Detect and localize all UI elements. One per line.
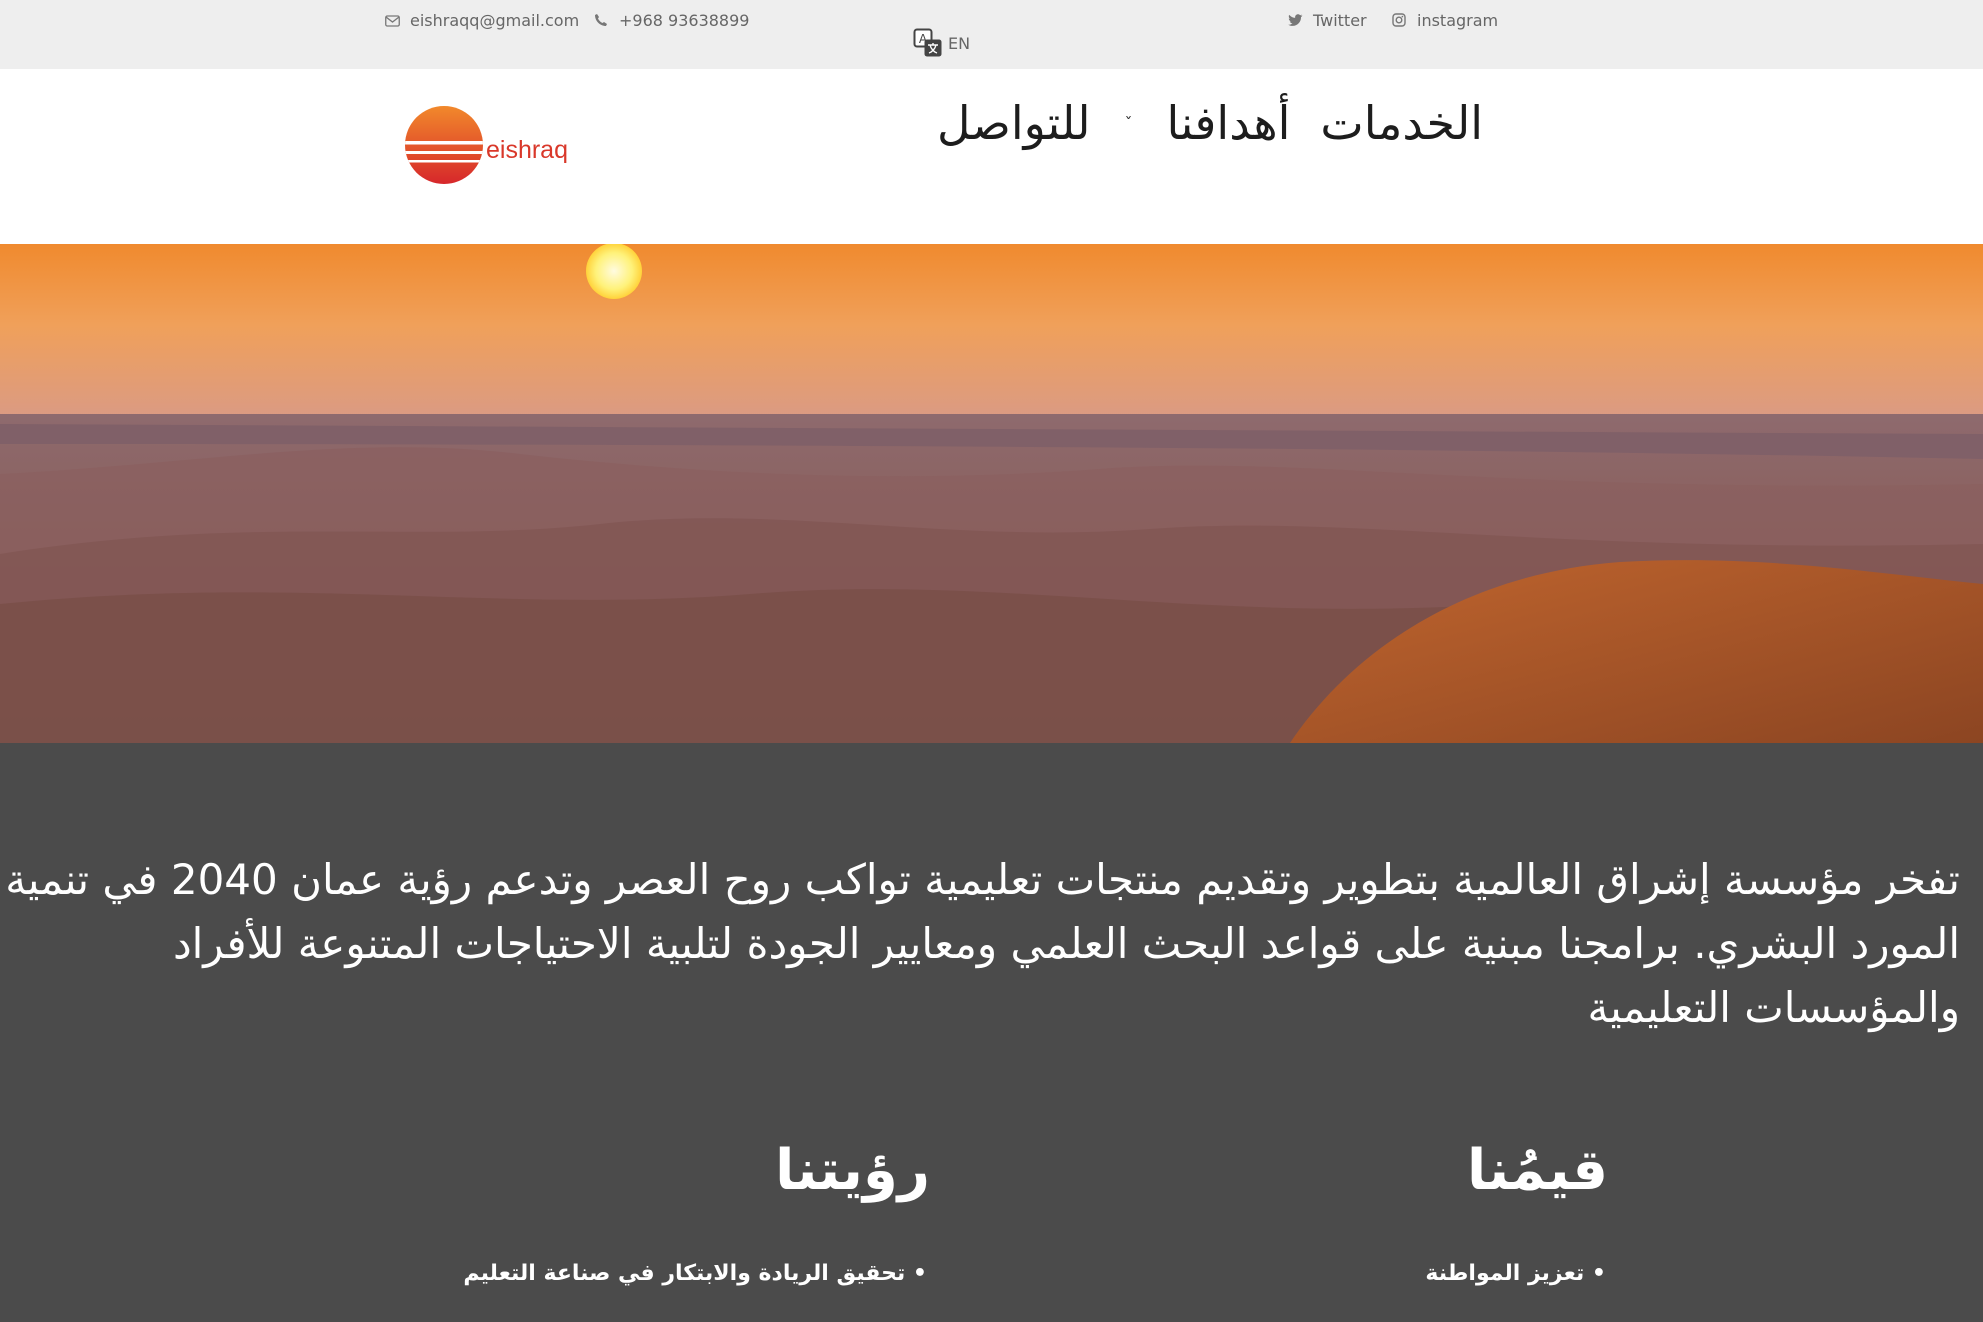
- logo-text: eishraq: [486, 135, 568, 164]
- language-label: EN: [948, 33, 971, 53]
- email-text: eishraqq@gmail.com: [410, 10, 580, 30]
- twitter-link[interactable]: Twitter: [1287, 9, 1367, 31]
- envelope-icon: [384, 12, 400, 28]
- nav-contact[interactable]: للتواصل: [937, 100, 1091, 146]
- twitter-icon: [1287, 12, 1303, 28]
- twitter-text: Twitter: [1313, 10, 1367, 30]
- top-bar: eishraqq@gmail.com +968 93638899 Twitter…: [0, 0, 1983, 69]
- intro-paragraph: تفخر مؤسسة إشراق العالمية بتطوير وتقديم …: [5, 855, 1960, 1032]
- about-section: تفخر مؤسسة إشراق العالمية بتطوير وتقديم …: [0, 743, 1983, 1322]
- values-list: تعزيز المواطنة: [1425, 1261, 1606, 1286]
- translate-icon: A: [912, 27, 944, 59]
- instagram-text: instagram: [1417, 10, 1499, 30]
- nav-goals[interactable]: أهدافنا: [1167, 100, 1291, 146]
- instagram-link[interactable]: instagram: [1391, 9, 1498, 31]
- logo-sun-icon: [404, 105, 484, 189]
- list-item: تحقيق الريادة والابتكار في صناعة التعليم: [463, 1261, 927, 1286]
- phone-icon: [593, 12, 609, 28]
- nav-services[interactable]: الخدمات: [1320, 100, 1483, 146]
- main-nav: الخدمات أهدافنا ˇ للتواصل: [937, 100, 1483, 146]
- instagram-icon: [1391, 12, 1407, 28]
- phone-text: +968 93638899: [619, 10, 750, 30]
- vision-list: تحقيق الريادة والابتكار في صناعة التعليم: [463, 1261, 927, 1286]
- desert-sunset-illustration: [0, 244, 1983, 743]
- chevron-down-icon[interactable]: ˇ: [1125, 114, 1133, 133]
- values-title: قيمُنا: [1467, 1138, 1608, 1203]
- list-item: تعزيز المواطنة: [1425, 1261, 1606, 1286]
- phone-link[interactable]: +968 93638899: [593, 9, 749, 31]
- logo[interactable]: eishraq: [404, 105, 568, 189]
- email-link[interactable]: eishraqq@gmail.com: [384, 9, 579, 31]
- vision-title: رؤيتنا: [775, 1138, 930, 1203]
- hero-image: [0, 244, 1983, 743]
- language-switcher[interactable]: A EN: [912, 28, 971, 57]
